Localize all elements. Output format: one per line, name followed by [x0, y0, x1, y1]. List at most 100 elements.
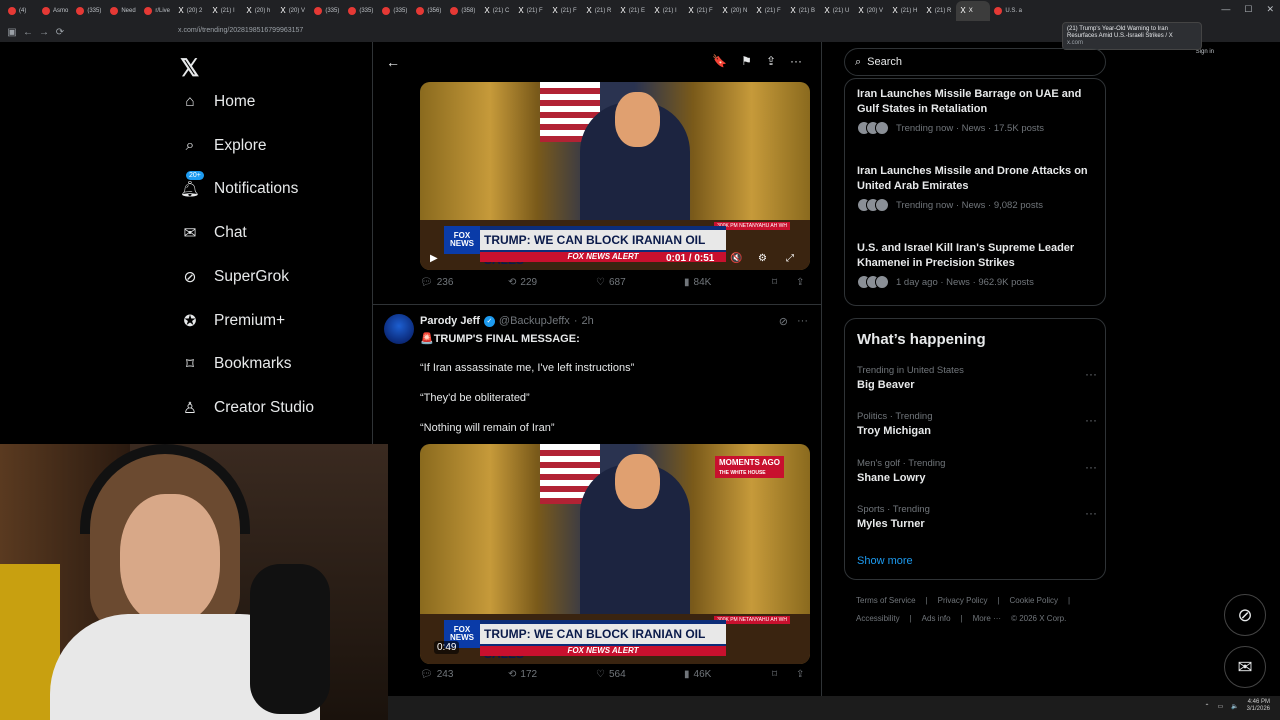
browser-tab[interactable]: (4): [4, 1, 38, 21]
more-icon[interactable]: ···: [1085, 506, 1097, 520]
browser-tab[interactable]: X (20) V: [854, 1, 888, 21]
bookmark-icon[interactable]: ⌑: [772, 277, 777, 288]
browser-tab[interactable]: (335): [310, 1, 344, 21]
forward-icon[interactable]: →: [36, 27, 52, 38]
nav-item-home[interactable]: ⌂ Home: [180, 92, 255, 112]
reposts-button[interactable]: ⟲ 229: [508, 277, 537, 288]
url-field[interactable]: x.com/i/trending/2028198516799963157: [178, 27, 303, 34]
browser-tab[interactable]: X (21) R: [922, 1, 956, 21]
nav-item-chat[interactable]: ✉ Chat: [180, 223, 247, 243]
nav-item-creator-studio[interactable]: ♙ Creator Studio: [180, 398, 314, 418]
browser-tab[interactable]: X (21) F: [514, 1, 548, 21]
trending-item[interactable]: Sports · Trending Myles Turner ···: [857, 504, 1097, 530]
volume-icon[interactable]: 🔈: [1231, 703, 1238, 710]
avatar[interactable]: [384, 314, 414, 344]
browser-tab[interactable]: (335): [72, 1, 106, 21]
browser-tab[interactable]: X (21) U: [820, 1, 854, 21]
more-icon[interactable]: ···: [797, 315, 808, 327]
browser-tab[interactable]: X (21) E: [616, 1, 650, 21]
reload-icon[interactable]: ⟳: [52, 27, 68, 38]
grok-icon[interactable]: ⊘: [779, 315, 788, 328]
author-name[interactable]: Parody Jeff: [420, 315, 480, 327]
author-handle[interactable]: @BackupJeffx: [499, 315, 570, 327]
nav-item-supergrok[interactable]: ⊘ SuperGrok: [180, 267, 289, 287]
footer-link[interactable]: Accessibility: [856, 614, 900, 623]
video-player[interactable]: MOMENTS AGO THE WHITE HOUSE 300K PM NETA…: [420, 444, 810, 664]
settings-icon[interactable]: ⚙: [758, 253, 767, 264]
show-more-link[interactable]: Show more: [857, 555, 913, 567]
back-arrow-icon[interactable]: ←: [386, 54, 400, 70]
fullscreen-icon[interactable]: ⤢: [786, 253, 794, 264]
browser-tab[interactable]: Need: [106, 1, 140, 21]
network-icon[interactable]: ▭: [1217, 703, 1223, 710]
browser-tab[interactable]: U.S. a: [990, 1, 1026, 21]
replies-button[interactable]: 💬︎ 243: [420, 669, 453, 680]
more-icon[interactable]: ···: [1085, 367, 1097, 381]
browser-tab[interactable]: X (20) h: [242, 1, 276, 21]
views-button[interactable]: ▮ 46K: [684, 669, 711, 680]
sidebar-toggle-icon[interactable]: ▣: [4, 27, 20, 38]
browser-tab[interactable]: X (20) V: [276, 1, 310, 21]
footer-link[interactable]: Terms of Service: [856, 596, 916, 605]
x-logo-icon[interactable]: 𝕏: [180, 54, 199, 83]
messages-fab-icon[interactable]: ✉: [1224, 646, 1266, 688]
more-icon[interactable]: ···: [1085, 460, 1097, 474]
browser-tab[interactable]: X (21) I: [650, 1, 684, 21]
browser-tab[interactable]: XX: [956, 1, 991, 21]
news-trend-item[interactable]: Iran Launches Missile Barrage on UAE and…: [857, 87, 1097, 135]
back-icon[interactable]: ←: [20, 27, 36, 38]
browser-tab[interactable]: X (21) I: [208, 1, 242, 21]
browser-tab[interactable]: X (20) 2: [174, 1, 208, 21]
share-icon[interactable]: ⇪: [766, 54, 776, 68]
browser-tab[interactable]: X (21) B: [786, 1, 820, 21]
post-time[interactable]: 2h: [581, 315, 593, 327]
grok-fab-icon[interactable]: ⊘: [1224, 594, 1266, 636]
clock[interactable]: 4:46 PM 3/1/2026: [1247, 699, 1270, 713]
browser-tab[interactable]: X (20) N: [718, 1, 752, 21]
footer-link[interactable]: More ···: [973, 614, 1001, 623]
likes-button[interactable]: ♡ 564: [596, 669, 626, 680]
browser-tab[interactable]: X (21) F: [684, 1, 718, 21]
trending-item[interactable]: Men's golf · Trending Shane Lowry ···: [857, 458, 1097, 484]
reposts-button[interactable]: ⟲ 172: [508, 669, 537, 680]
browser-tab[interactable]: Asmo: [38, 1, 72, 21]
likes-button[interactable]: ♡ 687: [596, 277, 626, 288]
browser-tab[interactable]: r/Live: [140, 1, 174, 21]
footer-link[interactable]: Cookie Policy: [1010, 596, 1058, 605]
more-icon[interactable]: ···: [1085, 413, 1097, 427]
replies-button[interactable]: 💬︎ 236: [420, 277, 453, 288]
nav-item-premium[interactable]: ✪ Premium+: [180, 311, 286, 331]
search-input[interactable]: Search: [867, 56, 902, 68]
tray-chevron-icon[interactable]: ⌃: [1204, 703, 1209, 710]
trending-item[interactable]: Trending in United States Big Beaver ···: [857, 365, 1097, 391]
browser-tab[interactable]: (335): [344, 1, 378, 21]
minimize-icon[interactable]: —: [1221, 4, 1230, 15]
more-icon[interactable]: ···: [790, 54, 802, 68]
news-trend-item[interactable]: U.S. and Israel Kill Iran's Supreme Lead…: [857, 241, 1097, 289]
play-icon[interactable]: ▶: [430, 253, 438, 264]
nav-item-explore[interactable]: ⌕ Explore: [180, 136, 267, 156]
news-trend-item[interactable]: Iran Launches Missile and Drone Attacks …: [857, 164, 1097, 212]
browser-tab[interactable]: X (21) H: [888, 1, 922, 21]
browser-tab[interactable]: (358): [446, 1, 480, 21]
close-window-icon[interactable]: ✕: [1266, 4, 1274, 15]
bookmark-icon[interactable]: 🔖: [712, 54, 727, 68]
bookmark-icon[interactable]: ⌑: [772, 669, 777, 680]
share-icon[interactable]: ⇪: [796, 277, 804, 288]
views-button[interactable]: ▮ 84K: [684, 277, 711, 288]
footer-link[interactable]: Privacy Policy: [938, 596, 988, 605]
browser-tab[interactable]: X (21) R: [582, 1, 616, 21]
trending-item[interactable]: Politics · Trending Troy Michigan ···: [857, 411, 1097, 437]
browser-tab[interactable]: X (21) F: [548, 1, 582, 21]
share-icon[interactable]: ⇪: [796, 669, 804, 680]
flag-icon[interactable]: ⚑: [741, 54, 752, 68]
footer-link[interactable]: Ads info: [922, 614, 951, 623]
nav-item-bookmarks[interactable]: ⌑ Bookmarks: [180, 354, 292, 374]
browser-tab[interactable]: X (21) C: [480, 1, 514, 21]
maximize-icon[interactable]: ☐: [1244, 4, 1252, 15]
search-box[interactable]: ⌕ Search: [844, 48, 1106, 76]
video-player[interactable]: 300K PM NETANYAHU AH WH FOX NEWS TRUMP: W…: [420, 82, 810, 270]
footer-link[interactable]: © 2026 X Corp.: [1011, 614, 1066, 623]
browser-tab[interactable]: (356): [412, 1, 446, 21]
browser-tab[interactable]: (335): [378, 1, 412, 21]
